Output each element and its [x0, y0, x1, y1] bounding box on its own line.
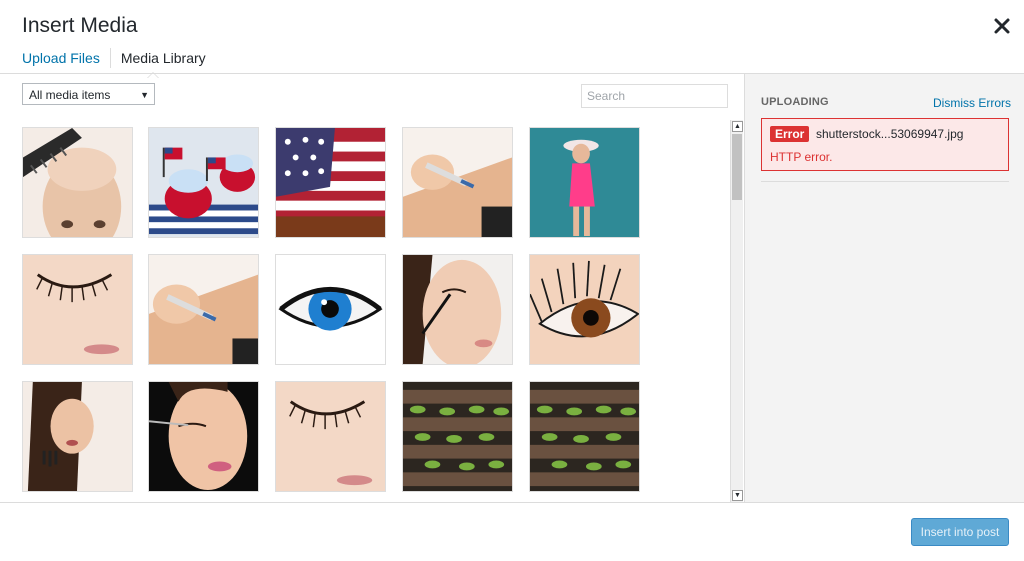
media-item[interactable]	[402, 381, 513, 492]
modal-tabs: Upload Files Media Library	[22, 46, 216, 70]
error-badge: Error	[770, 126, 810, 142]
media-item-image	[403, 382, 512, 491]
media-grid	[0, 120, 730, 502]
uploading-heading: UPLOADING	[761, 96, 829, 108]
media-item[interactable]	[275, 127, 386, 238]
tab-media-library[interactable]: Media Library	[111, 48, 216, 68]
media-item[interactable]	[529, 381, 640, 492]
media-item-image	[530, 128, 639, 237]
media-item[interactable]	[22, 381, 133, 492]
media-item-image	[23, 255, 132, 364]
media-item-image	[276, 255, 385, 364]
insert-media-modal: Insert Media Upload Files Media Library …	[0, 0, 1024, 561]
media-item[interactable]	[529, 127, 640, 238]
scroll-down-arrow-icon[interactable]: ▼	[732, 490, 743, 501]
dismiss-errors-link[interactable]: Dismiss Errors	[933, 96, 1011, 110]
scroll-thumb[interactable]	[732, 134, 742, 200]
media-item-image	[149, 382, 258, 491]
media-item-image	[403, 255, 512, 364]
media-item[interactable]	[402, 127, 513, 238]
media-item-image	[403, 128, 512, 237]
modal-title: Insert Media	[22, 14, 138, 37]
media-item-image	[149, 128, 258, 237]
filter-selected-value: All media items	[29, 88, 111, 102]
media-item-image	[149, 255, 258, 364]
tab-upload-files[interactable]: Upload Files	[22, 48, 111, 68]
scroll-up-arrow-icon[interactable]: ▲	[732, 121, 743, 132]
media-item-image	[23, 382, 132, 491]
media-filter-select[interactable]: All media items ▼	[22, 83, 155, 105]
media-item[interactable]	[529, 254, 640, 365]
media-item[interactable]	[22, 254, 133, 365]
insert-into-post-button[interactable]: Insert into post	[911, 518, 1009, 546]
close-icon[interactable]	[992, 16, 1012, 36]
error-message: HTTP error.	[770, 150, 833, 164]
upload-error-notice: Error shutterstock...53069947.jpg HTTP e…	[761, 118, 1009, 171]
sidebar-divider	[761, 181, 1009, 182]
media-grid-scrollbar[interactable]: ▲ ▼	[730, 120, 743, 502]
media-item[interactable]	[275, 254, 386, 365]
media-item-image	[530, 255, 639, 364]
error-filename: shutterstock...53069947.jpg	[816, 127, 964, 141]
media-item[interactable]	[22, 127, 133, 238]
media-item-image	[276, 128, 385, 237]
uploading-sidebar: UPLOADING Dismiss Errors Error shutterst…	[744, 74, 1024, 502]
media-item-image	[276, 382, 385, 491]
media-item-image	[530, 382, 639, 491]
media-item[interactable]	[148, 381, 259, 492]
search-input[interactable]	[581, 84, 728, 108]
media-item[interactable]	[275, 381, 386, 492]
media-item[interactable]	[402, 254, 513, 365]
media-item-image	[23, 128, 132, 237]
media-item[interactable]	[148, 127, 259, 238]
footer-divider	[0, 502, 1024, 503]
media-item[interactable]	[148, 254, 259, 365]
chevron-down-icon: ▼	[140, 90, 149, 100]
